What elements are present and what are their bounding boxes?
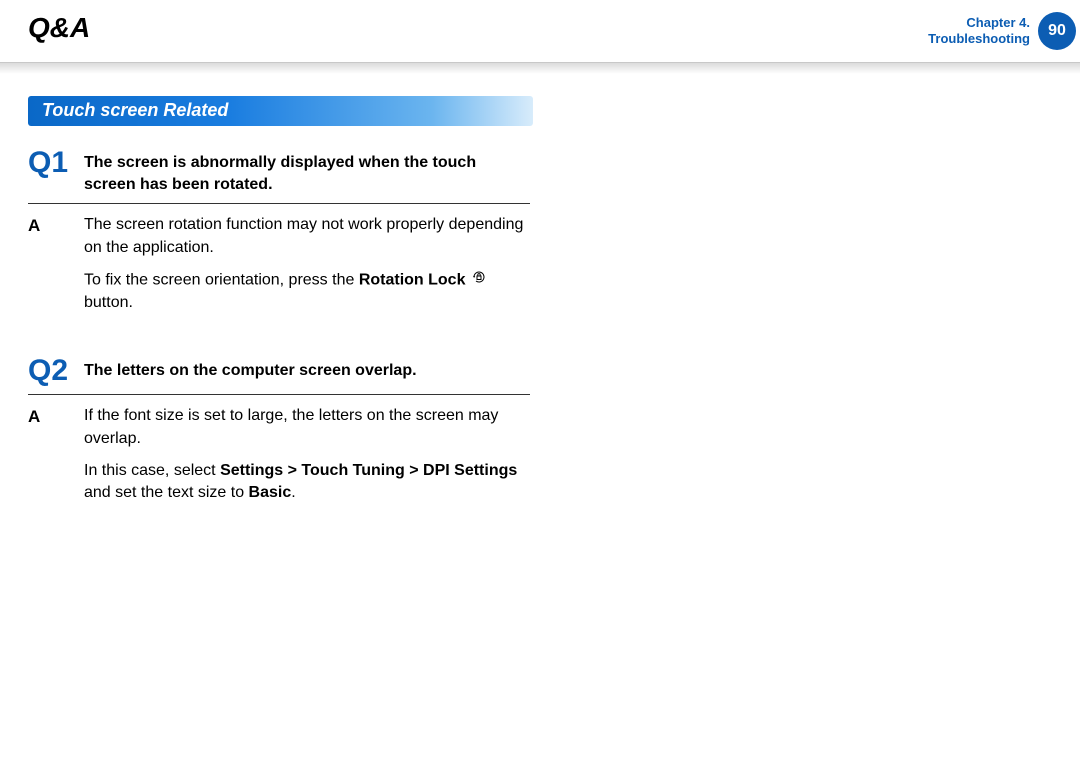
question-label: Q1 xyxy=(28,148,70,178)
page-header: Q&A Chapter 4. Troubleshooting 90 xyxy=(0,0,1080,50)
answer-text: If the font size is set to large, the le… xyxy=(84,405,530,450)
fix-suffix: button. xyxy=(84,294,133,311)
chapter-line2: Troubleshooting xyxy=(928,31,1030,47)
header-right: Chapter 4. Troubleshooting 90 xyxy=(928,12,1080,50)
chapter-line1: Chapter 4. xyxy=(928,15,1030,31)
fix-bold: Rotation Lock xyxy=(359,271,466,288)
case-path: Settings > Touch Tuning > DPI Settings xyxy=(220,462,517,479)
case-suffix: . xyxy=(291,484,295,501)
case-prefix: In this case, select xyxy=(84,462,220,479)
answer-row: A The screen rotation function may not w… xyxy=(28,214,530,259)
page-title: Q&A xyxy=(28,12,90,44)
answer-label: A xyxy=(28,214,84,238)
fix-prefix: To fix the screen orientation, press the xyxy=(84,271,359,288)
question-text: The screen is abnormally displayed when … xyxy=(84,148,530,195)
question-row: Q2 The letters on the computer screen ov… xyxy=(28,356,530,395)
rotation-lock-icon xyxy=(472,269,486,291)
question-text: The letters on the computer screen overl… xyxy=(84,356,417,382)
page-number-badge: 90 xyxy=(1038,12,1076,50)
question-label: Q2 xyxy=(28,356,70,386)
qa-block: Q2 The letters on the computer screen ov… xyxy=(28,356,530,505)
section-header: Touch screen Related xyxy=(28,96,533,126)
content-area: Touch screen Related Q1 The screen is ab… xyxy=(0,74,560,505)
case-middle: and set the text size to xyxy=(84,484,249,501)
qa-block: Q1 The screen is abnormally displayed wh… xyxy=(28,148,530,314)
chapter-info: Chapter 4. Troubleshooting xyxy=(928,15,1030,48)
header-shadow xyxy=(0,62,1080,74)
answer-followup: In this case, select Settings > Touch Tu… xyxy=(84,460,530,505)
answer-followup: To fix the screen orientation, press the… xyxy=(84,269,530,314)
answer-label: A xyxy=(28,405,84,429)
question-row: Q1 The screen is abnormally displayed wh… xyxy=(28,148,530,204)
answer-row: A If the font size is set to large, the … xyxy=(28,405,530,450)
answer-text: The screen rotation function may not wor… xyxy=(84,214,530,259)
case-end: Basic xyxy=(249,484,292,501)
